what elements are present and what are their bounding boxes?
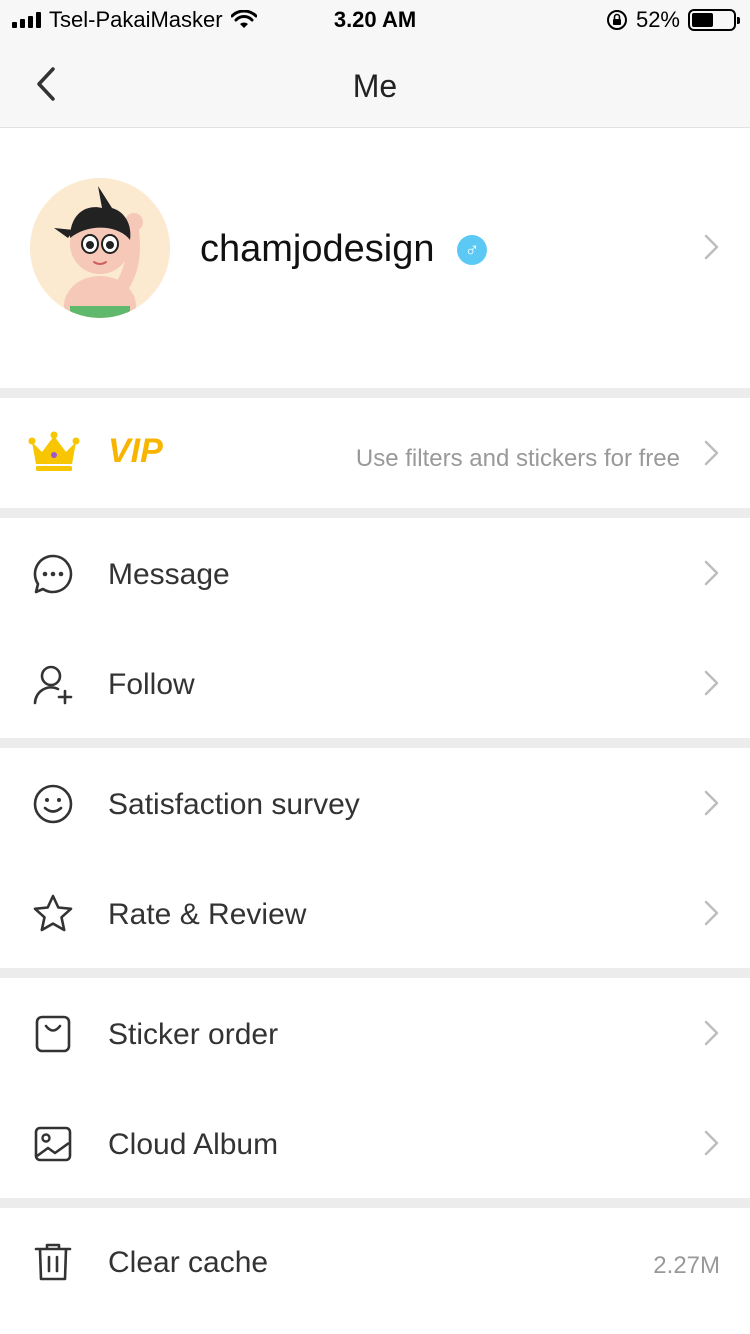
avatar-image: [30, 178, 170, 318]
message-icon: [33, 554, 73, 594]
crown-icon: [28, 431, 80, 471]
menu-item-sticker-order[interactable]: Sticker order: [0, 978, 750, 1088]
menu-item-label: Satisfaction survey: [108, 788, 360, 821]
menu-item-message[interactable]: Message: [0, 518, 750, 628]
battery-fill: [692, 13, 713, 27]
status-bar: Tsel-PakaiMasker 3.20 AM 52%: [0, 0, 750, 40]
shopping-bag-icon: [35, 1015, 71, 1053]
chevron-right-icon: [704, 670, 719, 696]
vip-row[interactable]: VIP Use filters and stickers for free: [0, 398, 750, 508]
chevron-right-icon: [704, 790, 719, 816]
avatar[interactable]: [30, 178, 170, 318]
add-user-icon: [33, 665, 73, 705]
rotation-lock-icon: [606, 10, 627, 30]
menu-item-label: Message: [108, 558, 230, 591]
menu-item-label: Sticker order: [108, 1018, 279, 1051]
vip-description: Use filters and stickers for free: [355, 445, 680, 472]
section-divider: [0, 508, 750, 518]
battery-percent: 52%: [635, 7, 680, 32]
section-divider: [0, 968, 750, 978]
chevron-right-icon: [704, 560, 719, 586]
smile-icon: [33, 784, 73, 824]
chevron-right-icon: [704, 900, 719, 926]
battery-icon: [688, 9, 740, 31]
menu-item-follow[interactable]: Follow: [0, 628, 750, 738]
cache-size: 2.27M: [653, 1252, 720, 1279]
menu-item-satisfaction-survey[interactable]: Satisfaction survey: [0, 748, 750, 858]
section-divider: [0, 738, 750, 748]
star-icon: [33, 894, 73, 932]
page-title: Me: [352, 68, 398, 104]
menu-item-cloud-album[interactable]: Cloud Album: [0, 1088, 750, 1198]
chevron-right-icon: [704, 1020, 719, 1046]
chevron-right-icon: [704, 234, 719, 260]
menu-item-label: Rate & Review: [108, 898, 307, 931]
menu-item-label: Cloud Album: [108, 1128, 279, 1161]
menu-item-clear-cache[interactable]: Clear cache 2.27M: [0, 1208, 750, 1334]
trash-icon: [34, 1243, 72, 1281]
male-gender-icon: ♂: [457, 235, 487, 265]
nav-bar: Me: [0, 40, 750, 128]
chevron-right-icon: [704, 440, 719, 466]
menu-item-label: Clear cache: [108, 1246, 269, 1279]
vip-label: VIP: [108, 432, 163, 470]
username: chamjodesign: [200, 228, 435, 270]
profile-card[interactable]: chamjodesign ♂: [0, 128, 750, 388]
status-right: 52%: [606, 6, 740, 34]
menu-item-rate-review[interactable]: Rate & Review: [0, 858, 750, 968]
chevron-right-icon: [704, 1130, 719, 1156]
image-icon: [34, 1126, 72, 1162]
section-divider: [0, 388, 750, 398]
section-divider: [0, 1198, 750, 1208]
menu-item-label: Follow: [108, 668, 195, 701]
